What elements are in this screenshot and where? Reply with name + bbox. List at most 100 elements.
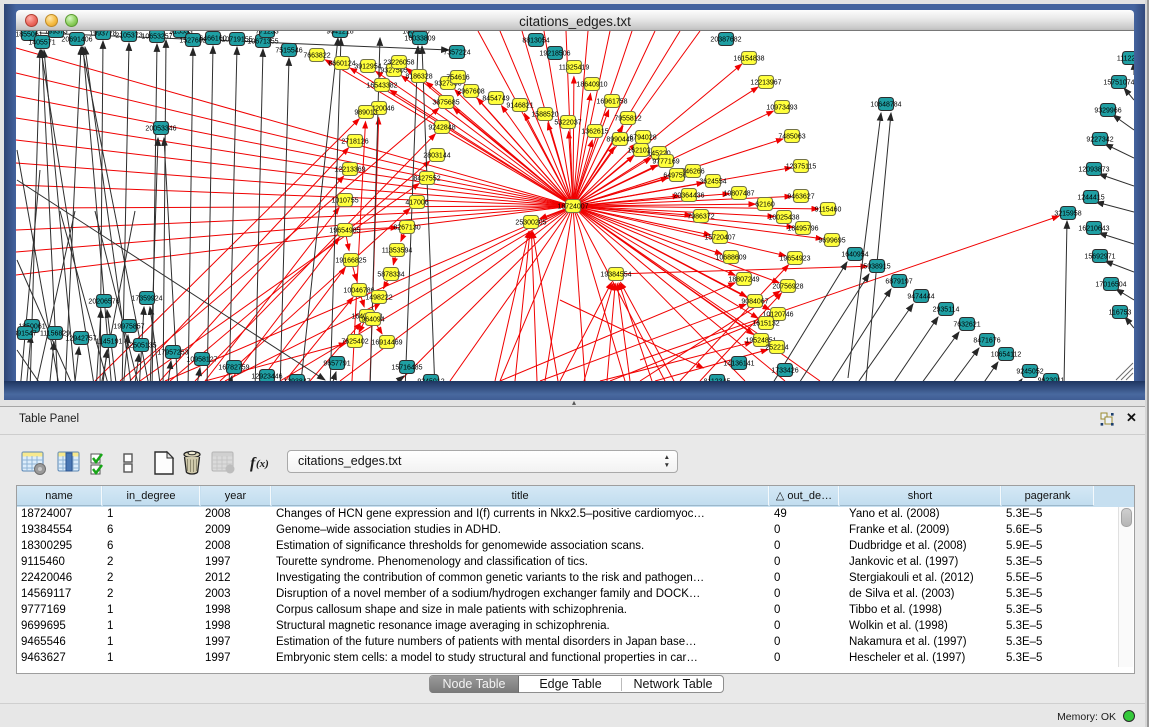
svg-text:12942757: 12942757 (65, 335, 96, 342)
svg-text:9474444: 9474444 (907, 293, 934, 300)
svg-text:9227342: 9227342 (1086, 136, 1113, 143)
svg-text:3624554: 3624554 (699, 178, 726, 185)
svg-text:8427552: 8427552 (413, 175, 440, 182)
svg-text:1112233: 1112233 (1117, 55, 1134, 62)
svg-text:19654923: 19654923 (779, 255, 810, 262)
svg-text:9242848: 9242848 (428, 124, 455, 131)
svg-text:9657791: 9657791 (323, 360, 350, 367)
svg-text:3215958: 3215958 (1054, 210, 1081, 217)
svg-text:7955812: 7955812 (614, 115, 641, 122)
svg-text:1293847: 1293847 (283, 378, 310, 381)
svg-text:10958127: 10958127 (186, 356, 217, 363)
svg-text:9463627: 9463627 (787, 193, 814, 200)
svg-text:17016504: 17016504 (1095, 281, 1126, 288)
svg-text:8186328: 8186328 (405, 73, 432, 80)
svg-text:3875685: 3875685 (432, 99, 459, 106)
svg-text:1244415: 1244415 (1077, 194, 1104, 201)
svg-text:3912954: 3912954 (354, 63, 381, 70)
svg-text:12505135: 12505135 (125, 342, 156, 349)
svg-text:8813054: 8813054 (522, 37, 549, 44)
svg-text:20387682: 20387682 (710, 36, 741, 43)
svg-text:252214: 252214 (765, 344, 788, 351)
svg-text:5938915: 5938915 (863, 263, 890, 270)
svg-text:2803144: 2803144 (423, 152, 450, 159)
svg-text:199373: 199373 (44, 31, 67, 35)
svg-text:746266: 746266 (681, 168, 704, 175)
svg-text:417006: 417006 (405, 199, 428, 206)
svg-text:15720407: 15720407 (704, 234, 735, 241)
svg-text:1010755: 1010755 (331, 197, 358, 204)
svg-text:62160: 62160 (755, 201, 775, 208)
svg-text:2718126: 2718126 (341, 138, 368, 145)
svg-text:19166825: 19166825 (335, 257, 366, 264)
svg-text:964094: 964094 (361, 316, 384, 323)
svg-text:12923446: 12923446 (251, 373, 282, 380)
svg-text:16961758: 16961758 (596, 98, 627, 105)
svg-text:2105373: 2105373 (115, 32, 142, 39)
svg-text:10973493: 10973493 (766, 104, 797, 111)
svg-text:2967608: 2967608 (457, 88, 484, 95)
svg-text:754616: 754616 (446, 74, 469, 81)
svg-text:1615132: 1615132 (752, 320, 779, 327)
svg-text:9041218: 9041218 (326, 31, 353, 35)
svg-text:10046786: 10046786 (343, 287, 374, 294)
svg-text:17359924: 17359924 (131, 295, 162, 302)
svg-text:6879197: 6879197 (885, 278, 912, 285)
svg-text:7485063: 7485063 (778, 133, 805, 140)
svg-text:12093873: 12093873 (1078, 166, 1109, 173)
svg-text:19384554: 19384554 (600, 271, 631, 278)
svg-text:19975857: 19975857 (113, 323, 144, 330)
svg-text:12375115: 12375115 (786, 163, 817, 170)
svg-text:8112345: 8112345 (704, 378, 731, 381)
svg-text:18640910: 18640910 (576, 81, 607, 88)
svg-text:9623011: 9623011 (1038, 377, 1065, 381)
svg-text:8267130: 8267130 (393, 224, 420, 231)
svg-text:25300205: 25300205 (515, 219, 546, 226)
svg-text:12213369: 12213369 (334, 166, 365, 173)
svg-text:12213967: 12213967 (750, 79, 781, 86)
svg-text:20053346: 20053346 (145, 125, 176, 132)
svg-text:8660124: 8660124 (328, 60, 355, 67)
svg-text:1588520: 1588520 (531, 111, 558, 118)
svg-text:9329966: 9329966 (1094, 107, 1121, 114)
svg-text:9245052: 9245052 (1016, 368, 1043, 375)
svg-text:16154838: 16154838 (733, 55, 764, 62)
svg-text:10688609: 10688609 (715, 254, 746, 261)
svg-text:18724007: 18724007 (557, 203, 588, 210)
svg-text:1362615: 1362615 (581, 128, 608, 135)
svg-text:10653257: 10653257 (141, 33, 172, 40)
svg-text:8454749: 8454749 (482, 95, 509, 102)
svg-text:20364436: 20364436 (673, 192, 704, 199)
svg-text:9146821: 9146821 (506, 102, 533, 109)
svg-text:9115460: 9115460 (815, 206, 842, 213)
svg-text:7632621: 7632621 (953, 321, 980, 328)
svg-text:116753: 116753 (1109, 309, 1132, 316)
svg-text:15751074: 15751074 (1103, 79, 1134, 86)
svg-text:1733426: 1733426 (771, 367, 798, 374)
svg-text:16782759: 16782759 (218, 364, 249, 371)
svg-text:6794028: 6794028 (629, 134, 656, 141)
svg-text:1993778: 1993778 (89, 31, 116, 37)
svg-text:15692971: 15692971 (1084, 253, 1115, 260)
svg-text:16914469: 16914469 (371, 339, 402, 346)
svg-text:1405571: 1405571 (28, 39, 55, 46)
svg-text:1145191: 1145191 (96, 338, 123, 345)
svg-text:11353594: 11353594 (382, 247, 413, 254)
svg-text:(x): (x) (256, 458, 269, 470)
svg-text:1640954: 1640954 (841, 251, 868, 258)
svg-text:7986372: 7986372 (687, 213, 714, 220)
svg-text:7515546: 7515546 (275, 47, 302, 54)
svg-text:10807487: 10807487 (723, 190, 754, 197)
svg-text:16033809: 16033809 (404, 35, 435, 42)
svg-text:7357224: 7357224 (443, 49, 470, 56)
svg-text:16210643: 16210643 (1078, 225, 1109, 232)
svg-text:10671355: 10671355 (247, 38, 278, 45)
svg-text:771233: 771233 (255, 31, 278, 35)
svg-text:9777169: 9777169 (652, 158, 679, 165)
svg-text:11325419: 11325419 (559, 64, 590, 71)
svg-text:8471676: 8471676 (973, 337, 1000, 344)
svg-text:14136141: 14136141 (723, 360, 754, 367)
svg-text:23226058: 23226058 (383, 59, 414, 66)
svg-text:20206576: 20206576 (88, 298, 119, 305)
svg-text:2935114: 2935114 (933, 306, 960, 313)
